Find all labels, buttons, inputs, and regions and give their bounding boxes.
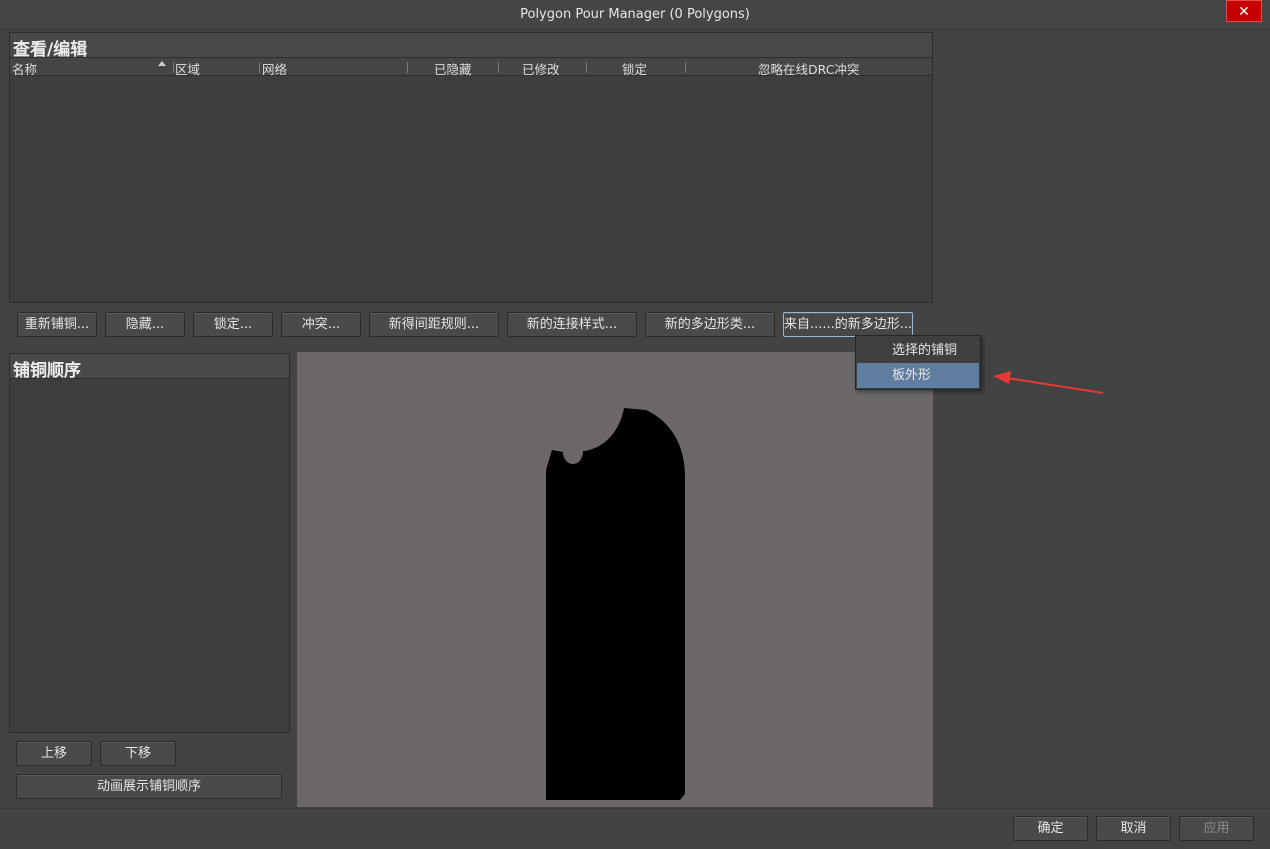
column-divider[interactable] (586, 62, 587, 73)
column-name[interactable]: 名称 (12, 59, 37, 78)
title-bar: Polygon Pour Manager (0 Polygons) ✕ (0, 0, 1270, 30)
new-polygon-from-button[interactable]: 来自......的新多边形... (783, 312, 913, 337)
column-locked[interactable]: 锁定 (622, 59, 647, 78)
column-net[interactable]: 网络 (262, 59, 287, 78)
new-connect-style-button[interactable]: 新的连接样式... (507, 312, 637, 337)
polygon-preview (297, 352, 933, 807)
lock-button[interactable]: 锁定... (193, 312, 273, 337)
animate-pour-order-button[interactable]: 动画展示铺铜顺序 (16, 774, 282, 799)
hide-button[interactable]: 隐藏... (105, 312, 185, 337)
board-shape-preview (546, 408, 685, 800)
apply-button: 应用 (1179, 816, 1254, 841)
menu-item-selected-polygons[interactable]: 选择的铺铜 (857, 338, 979, 363)
column-divider[interactable] (407, 62, 408, 73)
violations-button[interactable]: 冲突... (281, 312, 361, 337)
move-down-button[interactable]: 下移 (100, 741, 176, 766)
column-modified[interactable]: 已修改 (522, 59, 560, 78)
move-up-button[interactable]: 上移 (16, 741, 92, 766)
side-area (933, 31, 1263, 807)
menu-item-board-outline[interactable]: 板外形 (857, 363, 979, 388)
sort-ascending-icon (158, 61, 166, 66)
column-divider[interactable] (259, 62, 260, 73)
column-divider[interactable] (498, 62, 499, 73)
window-title: Polygon Pour Manager (0 Polygons) (520, 7, 750, 22)
ok-button[interactable]: 确定 (1013, 816, 1088, 841)
repour-button[interactable]: 重新铺铜... (17, 312, 97, 337)
column-ignore-drc[interactable]: 忽略在线DRC冲突 (758, 59, 859, 78)
close-button[interactable]: ✕ (1226, 0, 1262, 22)
pour-order-header: 铺铜顺序 (10, 354, 289, 381)
polygon-table-body[interactable] (10, 76, 932, 300)
annotation-arrow (993, 371, 1104, 394)
board-outline-shape (546, 408, 685, 800)
pour-order-panel: 铺铜顺序 (9, 353, 290, 733)
pour-order-list[interactable] (10, 379, 289, 732)
column-divider[interactable] (173, 62, 174, 73)
new-polygon-from-menu: 选择的铺铜 板外形 (855, 335, 981, 390)
cancel-button[interactable]: 取消 (1096, 816, 1171, 841)
column-region[interactable]: 区域 (175, 59, 200, 78)
new-polygon-class-button[interactable]: 新的多边形类... (645, 312, 775, 337)
column-divider[interactable] (685, 62, 686, 73)
view-edit-header: 查看/编辑 (10, 33, 932, 60)
view-edit-panel: 查看/编辑 名称 区域 网络 已隐藏 已修改 锁定 忽略在线DRC冲突 (9, 32, 933, 303)
column-hidden[interactable]: 已隐藏 (434, 59, 472, 78)
new-clearance-rule-button[interactable]: 新得间距规则... (369, 312, 499, 337)
polygon-table-header: 名称 区域 网络 已隐藏 已修改 锁定 忽略在线DRC冲突 (10, 58, 932, 78)
